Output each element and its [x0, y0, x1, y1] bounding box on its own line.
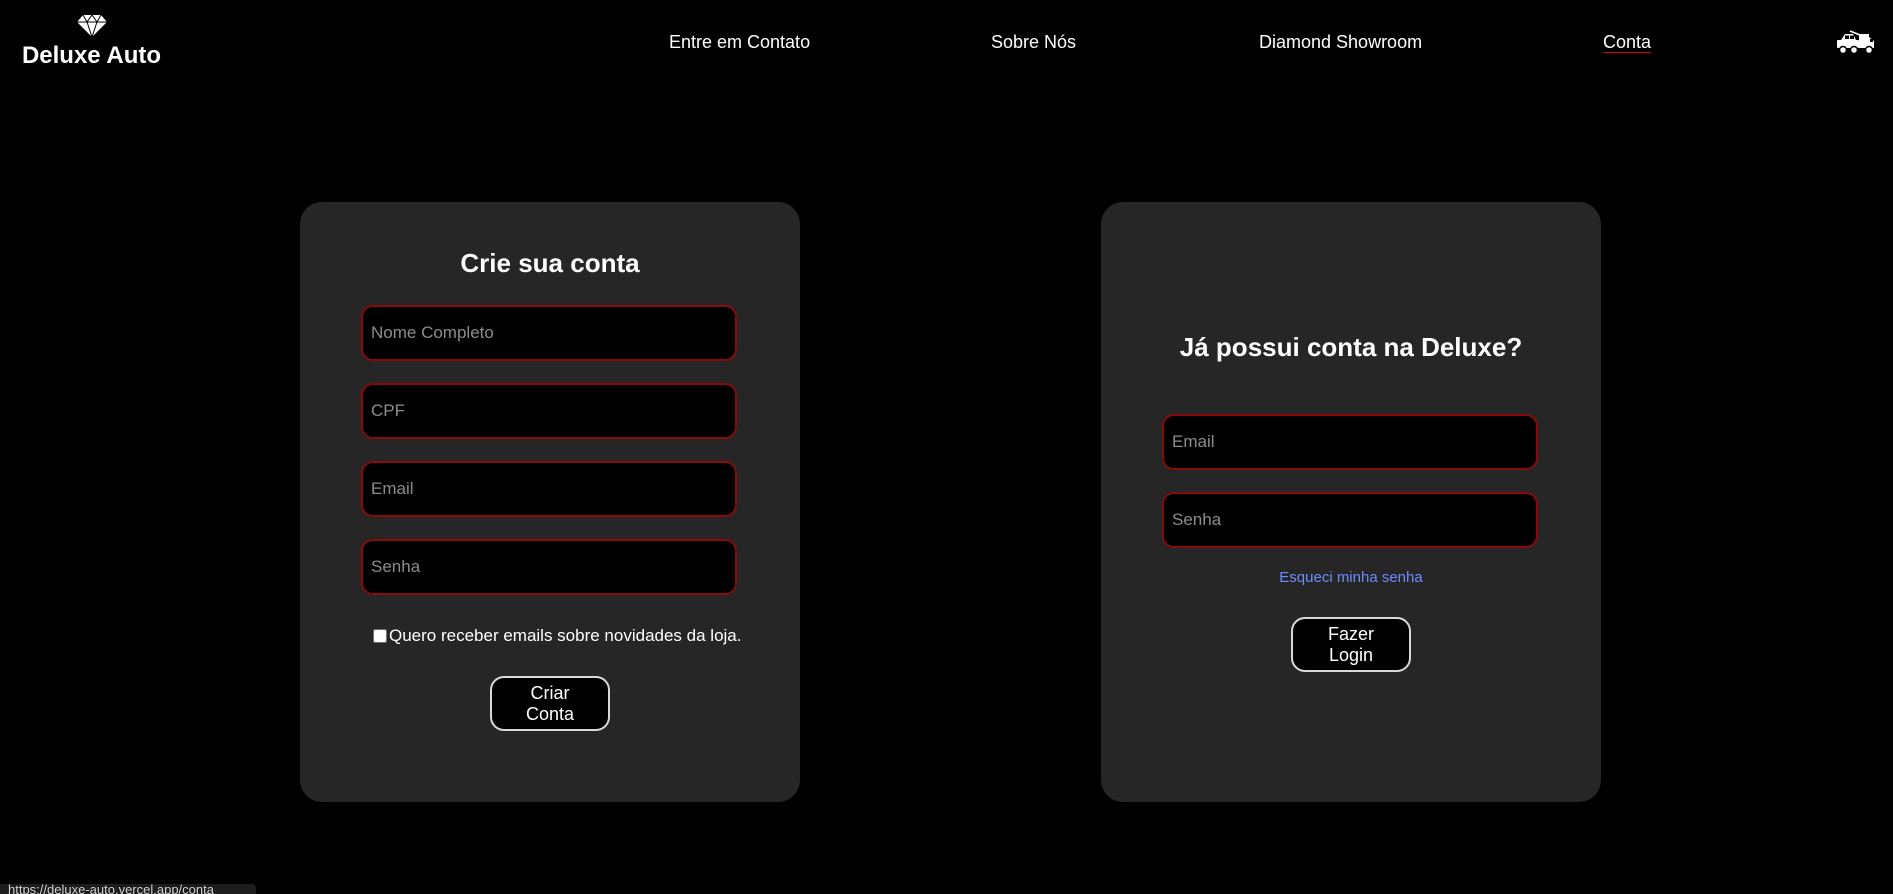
login-email-input[interactable] [1162, 414, 1538, 470]
login-password-input[interactable] [1162, 492, 1538, 548]
signup-password-input[interactable] [361, 539, 737, 595]
page: Deluxe Auto Entre em Contato Sobre Nós D… [0, 0, 1893, 894]
login-card: Já possui conta na Deluxe? Esqueci minha… [1101, 202, 1601, 802]
nav-item-sobre[interactable]: Sobre Nós [991, 32, 1076, 53]
brand-name: Deluxe Auto [21, 42, 162, 69]
brand-logo[interactable]: Deluxe Auto [19, 14, 164, 70]
login-button[interactable]: Fazer Login [1291, 617, 1411, 672]
full-name-input[interactable] [361, 305, 737, 361]
diamond-icon [19, 14, 164, 38]
signup-title: Crie sua conta [460, 248, 640, 278]
signup-email-input[interactable] [361, 461, 737, 517]
forgot-password-link[interactable]: Esqueci minha senha [1101, 569, 1601, 586]
nav-item-conta[interactable]: Conta [1603, 32, 1651, 53]
newsletter-option[interactable]: Quero receber emails sobre novidades da … [373, 626, 741, 646]
cpf-input[interactable] [361, 383, 737, 439]
status-bar-url: https://deluxe-auto.vercel.app/conta [0, 884, 256, 894]
signup-card: Crie sua conta Quero receber emails sobr… [300, 202, 800, 802]
newsletter-label: Quero receber emails sobre novidades da … [389, 626, 742, 645]
nav-item-contato[interactable]: Entre em Contato [669, 32, 810, 53]
tow-truck-icon[interactable] [1836, 30, 1876, 61]
login-title: Já possui conta na Deluxe? [1179, 332, 1523, 362]
newsletter-checkbox[interactable] [373, 629, 387, 643]
nav-item-showroom[interactable]: Diamond Showroom [1259, 32, 1422, 53]
create-account-button[interactable]: Criar Conta [490, 676, 610, 731]
